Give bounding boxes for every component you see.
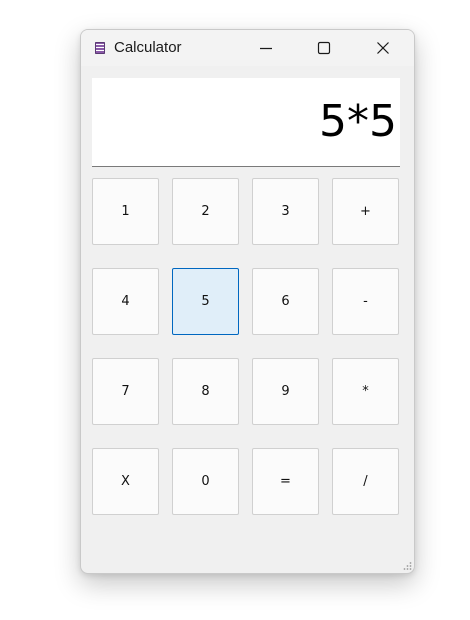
close-icon: [377, 42, 389, 54]
minimize-button[interactable]: [243, 30, 289, 66]
key-divide[interactable]: /: [332, 448, 399, 515]
key-5[interactable]: 5: [172, 268, 239, 335]
calculator-app-icon: [95, 42, 105, 54]
calculator-window: Calculator 5*5 1 2 3 + 4 5 6 - 7 8 9 * X…: [80, 29, 415, 574]
close-button[interactable]: [360, 30, 406, 66]
minimize-icon: [260, 47, 272, 50]
key-2[interactable]: 2: [172, 178, 239, 245]
expression-display: 5*5: [92, 78, 400, 167]
key-7[interactable]: 7: [92, 358, 159, 425]
key-minus[interactable]: -: [332, 268, 399, 335]
key-clear[interactable]: X: [92, 448, 159, 515]
window-title: Calculator: [114, 39, 182, 56]
key-9[interactable]: 9: [252, 358, 319, 425]
resize-grip-icon[interactable]: [402, 561, 412, 571]
key-0[interactable]: 0: [172, 448, 239, 515]
maximize-icon: [317, 41, 331, 55]
key-8[interactable]: 8: [172, 358, 239, 425]
key-equals[interactable]: =: [252, 448, 319, 515]
key-plus[interactable]: +: [332, 178, 399, 245]
key-3[interactable]: 3: [252, 178, 319, 245]
key-multiply[interactable]: *: [332, 358, 399, 425]
key-4[interactable]: 4: [92, 268, 159, 335]
display-expression: 5*5: [319, 96, 397, 147]
title-bar[interactable]: Calculator: [81, 30, 414, 66]
key-1[interactable]: 1: [92, 178, 159, 245]
key-6[interactable]: 6: [252, 268, 319, 335]
maximize-button[interactable]: [301, 30, 347, 66]
